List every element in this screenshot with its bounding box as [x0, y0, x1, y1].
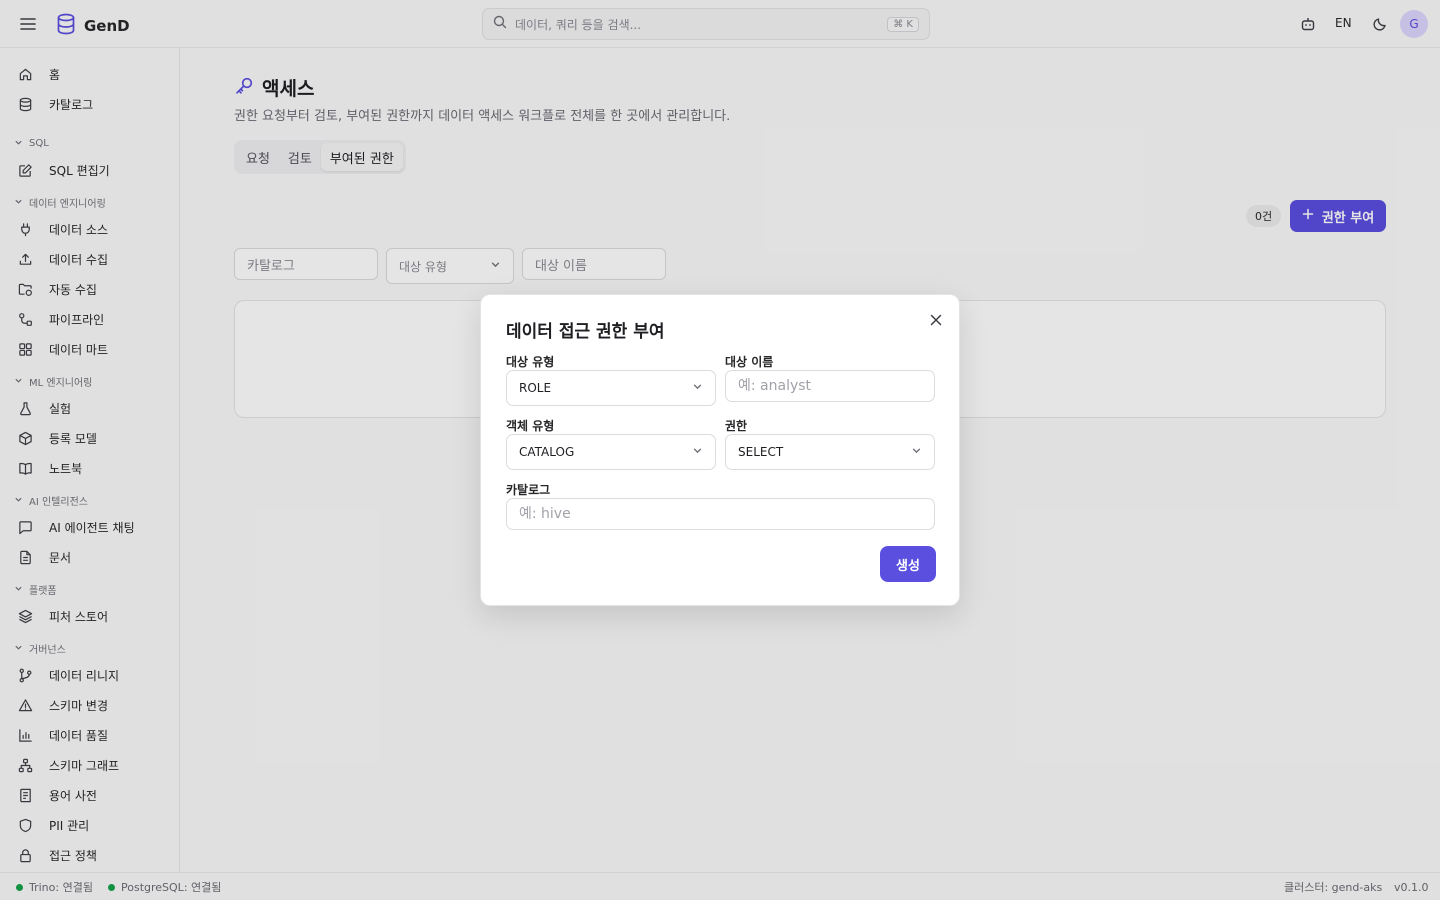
privilege-value: SELECT [738, 445, 784, 459]
object-type-label: 객체 유형 [506, 419, 555, 433]
target-type-select[interactable]: ROLE [506, 370, 716, 406]
object-type-select[interactable]: CATALOG [506, 434, 716, 470]
object-type-value: CATALOG [519, 445, 575, 459]
privilege-label: 권한 [725, 419, 748, 433]
target-type-label: 대상 유형 [506, 355, 555, 369]
chevron-down-icon [692, 445, 703, 459]
target-type-value: ROLE [519, 381, 552, 395]
privilege-select[interactable]: SELECT [725, 434, 935, 470]
chevron-down-icon [911, 445, 922, 459]
grant-access-dialog: 데이터 접근 권한 부여 대상 유형 ROLE 대상 이름 객체 유형 CATA… [480, 294, 960, 606]
catalog-input[interactable] [506, 498, 935, 530]
close-icon[interactable] [927, 311, 945, 329]
create-button[interactable]: 생성 [880, 546, 936, 582]
target-name-label: 대상 이름 [725, 355, 774, 369]
catalog-label: 카탈로그 [506, 483, 551, 497]
target-name-input[interactable] [725, 370, 935, 402]
dialog-title: 데이터 접근 권한 부여 [506, 322, 665, 342]
chevron-down-icon [692, 381, 703, 395]
